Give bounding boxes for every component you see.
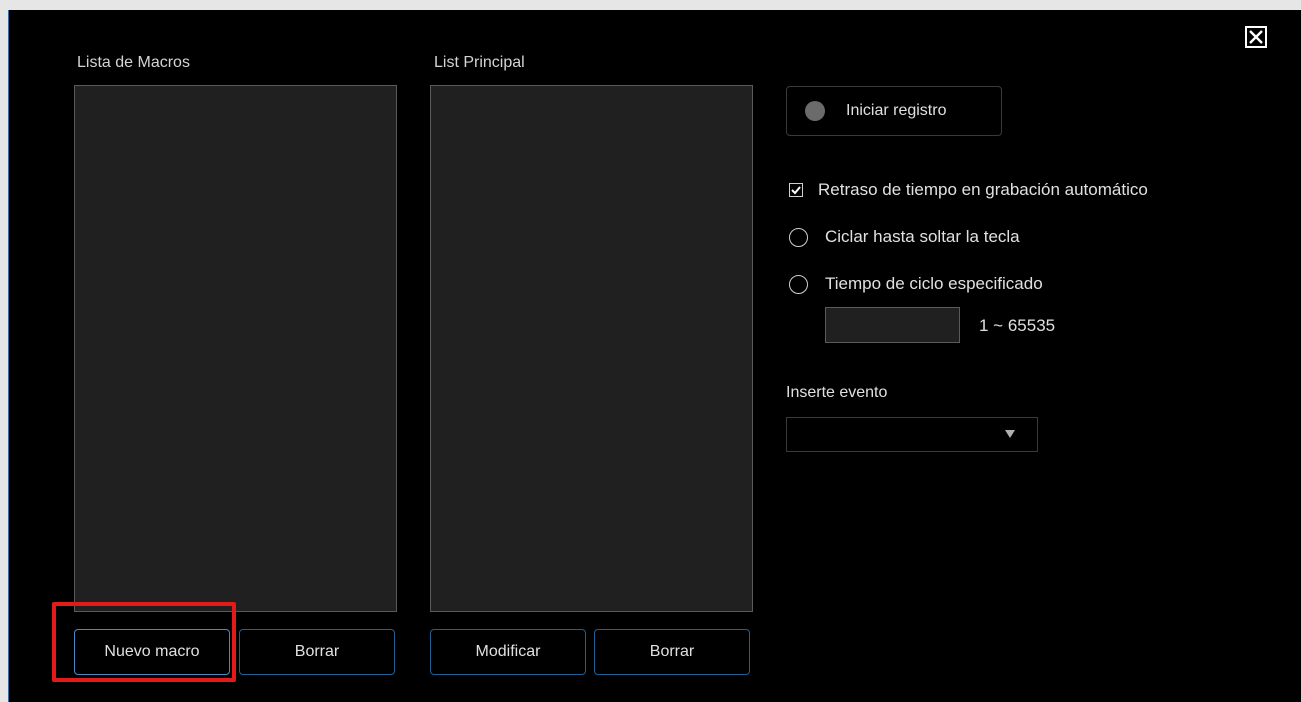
auto-delay-label: Retraso de tiempo en grabación automátic… <box>818 180 1148 199</box>
modify-button[interactable]: Modificar <box>430 629 586 675</box>
triangle-down-icon <box>1005 430 1015 438</box>
auto-delay-checkbox[interactable] <box>789 183 803 197</box>
cycle-count-input[interactable] <box>825 307 960 343</box>
close-button[interactable] <box>1245 26 1267 48</box>
loop-until-release-radio[interactable] <box>789 227 808 247</box>
start-recording-button[interactable]: Iniciar registro <box>786 86 1002 136</box>
start-recording-label: Iniciar registro <box>846 102 947 119</box>
insert-event-dropdown[interactable] <box>786 417 1038 452</box>
macro-editor-window: Lista de Macros Nuevo macro Borrar List … <box>8 10 1301 702</box>
macro-list-title: Lista de Macros <box>77 54 190 71</box>
cycle-range-label: 1 ~ 65535 <box>979 316 1056 335</box>
specified-cycles-radio[interactable] <box>789 274 808 294</box>
insert-event-label: Inserte evento <box>786 384 888 401</box>
auto-delay-option[interactable]: Retraso de tiempo en grabación automátic… <box>789 180 1148 200</box>
delete-event-button[interactable]: Borrar <box>594 629 750 675</box>
checkmark-icon <box>791 186 801 195</box>
new-macro-button[interactable]: Nuevo macro <box>74 629 230 675</box>
specified-cycles-label: Tiempo de ciclo especificado <box>825 274 1043 293</box>
loop-until-release-label: Ciclar hasta soltar la tecla <box>825 227 1020 246</box>
delete-macro-button[interactable]: Borrar <box>239 629 395 675</box>
record-dot-icon <box>805 101 825 121</box>
main-list-title: List Principal <box>434 54 525 71</box>
close-icon <box>1249 30 1263 44</box>
specified-cycles-option[interactable]: Tiempo de ciclo especificado <box>789 274 1043 294</box>
macro-listbox[interactable] <box>74 85 397 612</box>
main-listbox[interactable] <box>430 85 753 612</box>
loop-until-release-option[interactable]: Ciclar hasta soltar la tecla <box>789 227 1020 247</box>
